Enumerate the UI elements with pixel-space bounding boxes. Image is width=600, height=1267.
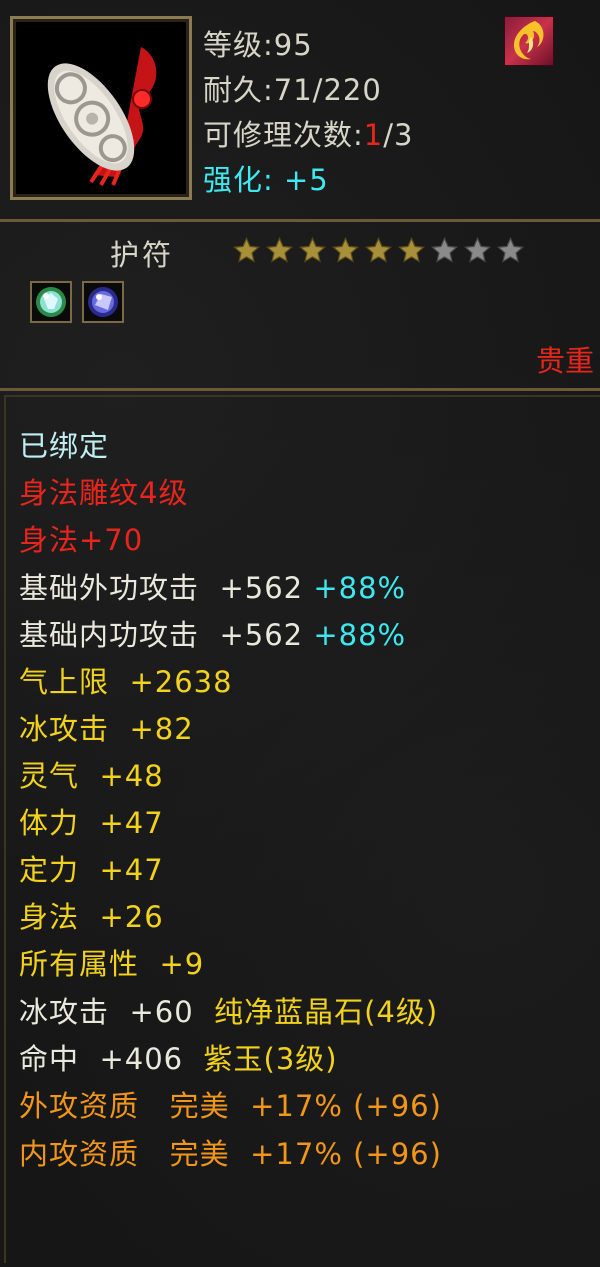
item-header: 等级:95 耐久:71/220 可修理次数:1/3 强化: +5 — [0, 0, 600, 222]
level-value: 95 — [273, 28, 313, 62]
repair-count-line: 可修理次数:1/3 — [203, 112, 413, 154]
durability-line: 耐久:71/220 — [203, 67, 382, 109]
attr-label: 冰攻击 — [19, 995, 110, 1029]
item-icon-frame[interactable] — [10, 16, 192, 200]
item-tooltip-panel: 等级:95 耐久:71/220 可修理次数:1/3 强化: +5 护符 贵重 已… — [0, 0, 600, 1267]
star-empty-icon — [496, 236, 525, 263]
durability-label: 耐久: — [203, 73, 274, 107]
aptitude-quality: 完美 — [169, 1089, 230, 1123]
star-empty-icon — [463, 236, 492, 263]
attr-value: +406 — [99, 1042, 184, 1076]
repair-label: 可修理次数: — [203, 118, 364, 152]
aptitude-label: 内攻资质 — [19, 1137, 140, 1171]
bound-status: 已绑定 — [19, 429, 110, 463]
attr-value: +2638 — [129, 665, 233, 699]
aptitude-value: +17% — [250, 1089, 343, 1123]
gem-name: 纯净蓝晶石(4级) — [214, 995, 439, 1029]
flame-rune-badge-icon[interactable] — [504, 16, 554, 66]
aptitude-value: +17% — [250, 1137, 343, 1171]
durability-value: 71/220 — [273, 73, 382, 107]
attr-row: 身法 +26 — [19, 894, 164, 936]
attribute-list: 已绑定 身法雕纹4级 身法+70 基础外功攻击 +562 +88% 基础内功攻击… — [0, 388, 600, 1267]
attr-label: 基础外功攻击 — [19, 571, 200, 605]
attr-label: 定力 — [19, 853, 80, 887]
star-filled-icon — [331, 236, 360, 263]
gem-name: 紫玉(3级) — [203, 1042, 338, 1076]
attr-value: +47 — [99, 806, 164, 840]
attr-label: 身法 — [19, 900, 80, 934]
attr-row: 冰攻击 +82 — [19, 706, 194, 748]
attr-label: 体力 — [19, 806, 80, 840]
star-filled-icon — [397, 236, 426, 263]
attr-label: 命中 — [19, 1042, 80, 1076]
attr-label: 冰攻击 — [19, 712, 110, 746]
level-line: 等级:95 — [203, 22, 313, 64]
jade-amulet-icon — [21, 27, 181, 189]
attr-extra: +88% — [313, 618, 407, 652]
attr-value: +60 — [129, 995, 194, 1029]
attr-value: +48 — [99, 759, 164, 793]
level-label: 等级: — [203, 28, 274, 62]
gem-sockets — [30, 281, 124, 323]
star-empty-icon — [430, 236, 459, 263]
rarity-label: 贵重 — [536, 344, 595, 378]
star-filled-icon — [265, 236, 294, 263]
attr-row: 基础内功攻击 +562 +88% — [19, 612, 406, 654]
attr-row: 灵气 +48 — [19, 753, 164, 795]
aptitude-extra: (+96) — [353, 1089, 442, 1123]
gem-attr-row: 命中 +406 紫玉(3级) — [19, 1036, 338, 1078]
attr-label: 基础内功攻击 — [19, 618, 200, 652]
aptitude-label: 外攻资质 — [19, 1089, 140, 1123]
repair-total: /3 — [383, 118, 414, 152]
attr-row: 所有属性 +9 — [19, 941, 204, 983]
enhance-value: +5 — [284, 163, 329, 197]
aptitude-row: 内攻资质 完美 +17% (+96) — [19, 1131, 442, 1173]
attr-row: 体力 +47 — [19, 800, 164, 842]
attr-row: 定力 +47 — [19, 847, 164, 889]
repair-used: 1 — [363, 118, 384, 152]
engrave-bonus-line: 身法+70 — [19, 523, 144, 557]
attr-value: +82 — [129, 712, 194, 746]
engrave-line: 身法雕纹4级 — [19, 476, 189, 510]
aptitude-extra: (+96) — [353, 1137, 442, 1171]
attr-label: 所有属性 — [19, 947, 140, 981]
attr-label: 气上限 — [19, 665, 110, 699]
star-filled-icon — [364, 236, 393, 263]
attr-label: 灵气 — [19, 759, 80, 793]
attr-row: 基础外功攻击 +562 +88% — [19, 565, 406, 607]
enhance-line: 强化: +5 — [203, 157, 329, 199]
attr-value: +562 — [219, 618, 304, 652]
blue-crystal-gem-icon[interactable] — [82, 281, 124, 323]
attr-extra: +88% — [313, 571, 407, 605]
aptitude-row: 外攻资质 完美 +17% (+96) — [19, 1083, 442, 1125]
aptitude-quality: 完美 — [169, 1137, 230, 1171]
gem-attr-row: 冰攻击 +60 纯净蓝晶石(4级) — [19, 989, 438, 1031]
enhance-label: 强化: — [203, 163, 274, 197]
item-type-label: 护符 — [110, 238, 175, 272]
attr-value: +9 — [159, 947, 205, 981]
attr-value: +26 — [99, 900, 164, 934]
attr-value: +562 — [219, 571, 304, 605]
attr-value: +47 — [99, 853, 164, 887]
star-filled-icon — [232, 236, 261, 263]
green-crystal-gem-icon[interactable] — [30, 281, 72, 323]
star-rating — [232, 236, 525, 265]
attr-row: 气上限 +2638 — [19, 659, 233, 701]
star-filled-icon — [298, 236, 327, 263]
